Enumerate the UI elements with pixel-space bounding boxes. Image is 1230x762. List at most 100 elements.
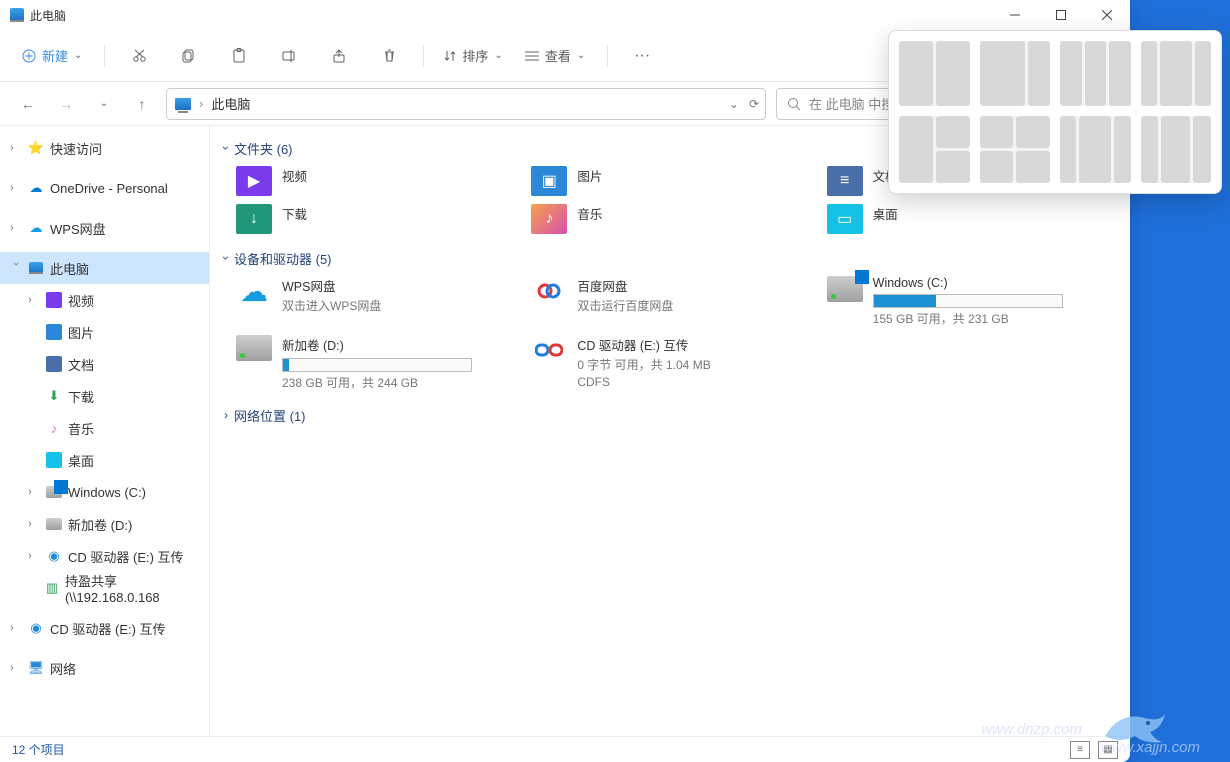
snap-layout-quarter-thirds[interactable] [1060, 116, 1131, 184]
share-button[interactable] [319, 40, 359, 72]
new-button[interactable]: 新建 ⌄ [14, 42, 90, 69]
cloud-icon: ☁ [28, 220, 44, 236]
copy-button[interactable] [169, 40, 209, 72]
device-drive-c[interactable]: Windows (C:) 155 GB 可用，共 231 GB [827, 276, 1112, 327]
view-label: 查看 [545, 46, 571, 65]
back-button[interactable]: ← [14, 90, 42, 118]
sidebar-documents[interactable]: ›文档 [0, 348, 209, 380]
chevron-down-icon[interactable]: ⌄ [729, 97, 739, 111]
new-label: 新建 [42, 46, 68, 65]
body: ›⭐快速访问 ›☁OneDrive - Personal ›☁WPS网盘 ›此电… [0, 126, 1130, 736]
sidebar-onedrive[interactable]: ›☁OneDrive - Personal [0, 172, 209, 204]
sidebar-network[interactable]: ›🖥网络 [0, 652, 209, 684]
sidebar-drive-e[interactable]: ›◉CD 驱动器 (E:) 互传 [0, 540, 209, 572]
close-button[interactable] [1084, 0, 1130, 30]
snap-layout-quad[interactable] [980, 116, 1051, 184]
snap-layout-twothirds[interactable] [980, 41, 1051, 106]
sidebar-downloads[interactable]: ›⬇下载 [0, 380, 209, 412]
sidebar-wps[interactable]: ›☁WPS网盘 [0, 212, 209, 244]
sidebar-thispc[interactable]: ›此电脑 [0, 252, 209, 284]
drive-icon [827, 276, 863, 302]
device-drive-d[interactable]: 新加卷 (D:) 238 GB 可用，共 244 GB [236, 335, 521, 391]
disc-icon: ◉ [46, 548, 62, 564]
video-folder-icon: ▶ [236, 166, 272, 196]
separator [607, 45, 608, 67]
details-view-button[interactable]: ≡ [1070, 741, 1090, 759]
share-icon [332, 49, 346, 63]
maximize-button[interactable] [1038, 0, 1084, 30]
snap-layout-thirds[interactable] [1060, 41, 1131, 106]
status-count: 12 个项目 [12, 741, 65, 758]
group-devices[interactable]: ›设备和驱动器 (5) [214, 244, 1122, 272]
folder-desktop[interactable]: ▭桌面 [827, 204, 1112, 234]
capacity-bar [873, 294, 1063, 308]
chevron-down-icon: › [219, 256, 233, 260]
titlebar: 此电脑 [0, 0, 1130, 30]
thispc-icon [175, 98, 191, 110]
plus-circle-icon [22, 49, 36, 63]
minimize-button[interactable] [992, 0, 1038, 30]
picture-icon [46, 324, 62, 340]
download-icon: ⬇ [46, 388, 62, 404]
sidebar-quick-access[interactable]: ›⭐快速访问 [0, 132, 209, 164]
device-drive-e[interactable]: CD 驱动器 (E:) 互传 0 字节 可用，共 1.04 MB CDFS [531, 335, 816, 391]
sort-button[interactable]: 排序 ⌄ [438, 46, 508, 65]
trash-icon [383, 48, 396, 63]
desktop-icon [46, 452, 62, 468]
device-baidu[interactable]: 百度网盘双击运行百度网盘 [531, 276, 816, 327]
star-icon: ⭐ [28, 140, 44, 156]
copy-icon [182, 49, 196, 63]
search-placeholder: 在 此电脑 中搜 [809, 94, 894, 113]
status-bar: 12 个项目 ≡ ▦ [0, 736, 1130, 762]
desktop-folder-icon: ▭ [827, 204, 863, 234]
up-button[interactable]: ↑ [128, 90, 156, 118]
history-dropdown[interactable]: ⌄ [90, 90, 118, 118]
breadcrumb-thispc[interactable]: 此电脑 [211, 94, 250, 113]
chevron-down-icon: ⌄ [74, 50, 82, 61]
paste-button[interactable] [219, 40, 259, 72]
group-netloc[interactable]: ›网络位置 (1) [214, 401, 1122, 429]
snap-layout-sixth[interactable] [1141, 116, 1212, 184]
rename-icon [282, 49, 297, 63]
sidebar-drive-d[interactable]: ›新加卷 (D:) [0, 508, 209, 540]
drive-icon [46, 516, 62, 532]
sidebar: ›⭐快速访问 ›☁OneDrive - Personal ›☁WPS网盘 ›此电… [0, 126, 210, 736]
scissors-icon [132, 48, 147, 63]
delete-button[interactable] [369, 40, 409, 72]
folder-pictures[interactable]: ▣图片 [531, 166, 816, 196]
folder-videos[interactable]: ▶视频 [236, 166, 521, 196]
drive-icon [236, 335, 272, 361]
music-folder-icon: ♪ [531, 204, 567, 234]
window-controls [992, 0, 1130, 30]
view-button[interactable]: 查看 ⌄ [519, 46, 591, 65]
cut-button[interactable] [119, 40, 159, 72]
document-icon [46, 356, 62, 372]
snap-layout-tri[interactable] [899, 116, 970, 184]
search-icon [787, 97, 801, 111]
folder-music[interactable]: ♪音乐 [531, 204, 816, 234]
titlebar-left: 此电脑 [10, 7, 66, 24]
sidebar-pictures[interactable]: ›图片 [0, 316, 209, 348]
rename-button[interactable] [269, 40, 309, 72]
cloud-icon: ☁ [236, 276, 272, 306]
sidebar-music[interactable]: ›♪音乐 [0, 412, 209, 444]
sidebar-desktop[interactable]: ›桌面 [0, 444, 209, 476]
refresh-button[interactable]: ⟳ [749, 97, 759, 111]
capacity-bar [282, 358, 472, 372]
watermark-1: www.xajjn.com [1101, 739, 1200, 756]
sidebar-drive-e-dup[interactable]: ›◉CD 驱动器 (E:) 互传 [0, 612, 209, 644]
separator [423, 45, 424, 67]
breadcrumb-sep: › [199, 96, 203, 111]
document-folder-icon: ≡ [827, 166, 863, 196]
disc-icon: ◉ [28, 620, 44, 636]
forward-button[interactable]: → [52, 90, 80, 118]
sidebar-drive-c[interactable]: ›Windows (C:) [0, 476, 209, 508]
more-button[interactable]: ··· [622, 40, 662, 72]
sidebar-netshare[interactable]: ›▥持盈共享 (\\192.168.0.168 [0, 572, 209, 604]
address-bar[interactable]: › 此电脑 ⌄ ⟳ [166, 88, 766, 120]
sidebar-videos[interactable]: ›视频 [0, 284, 209, 316]
device-wps[interactable]: ☁ WPS网盘双击进入WPS网盘 [236, 276, 521, 327]
folder-downloads[interactable]: ↓下载 [236, 204, 521, 234]
snap-layout-wide-thirds[interactable] [1141, 41, 1212, 106]
snap-layout-half[interactable] [899, 41, 970, 106]
